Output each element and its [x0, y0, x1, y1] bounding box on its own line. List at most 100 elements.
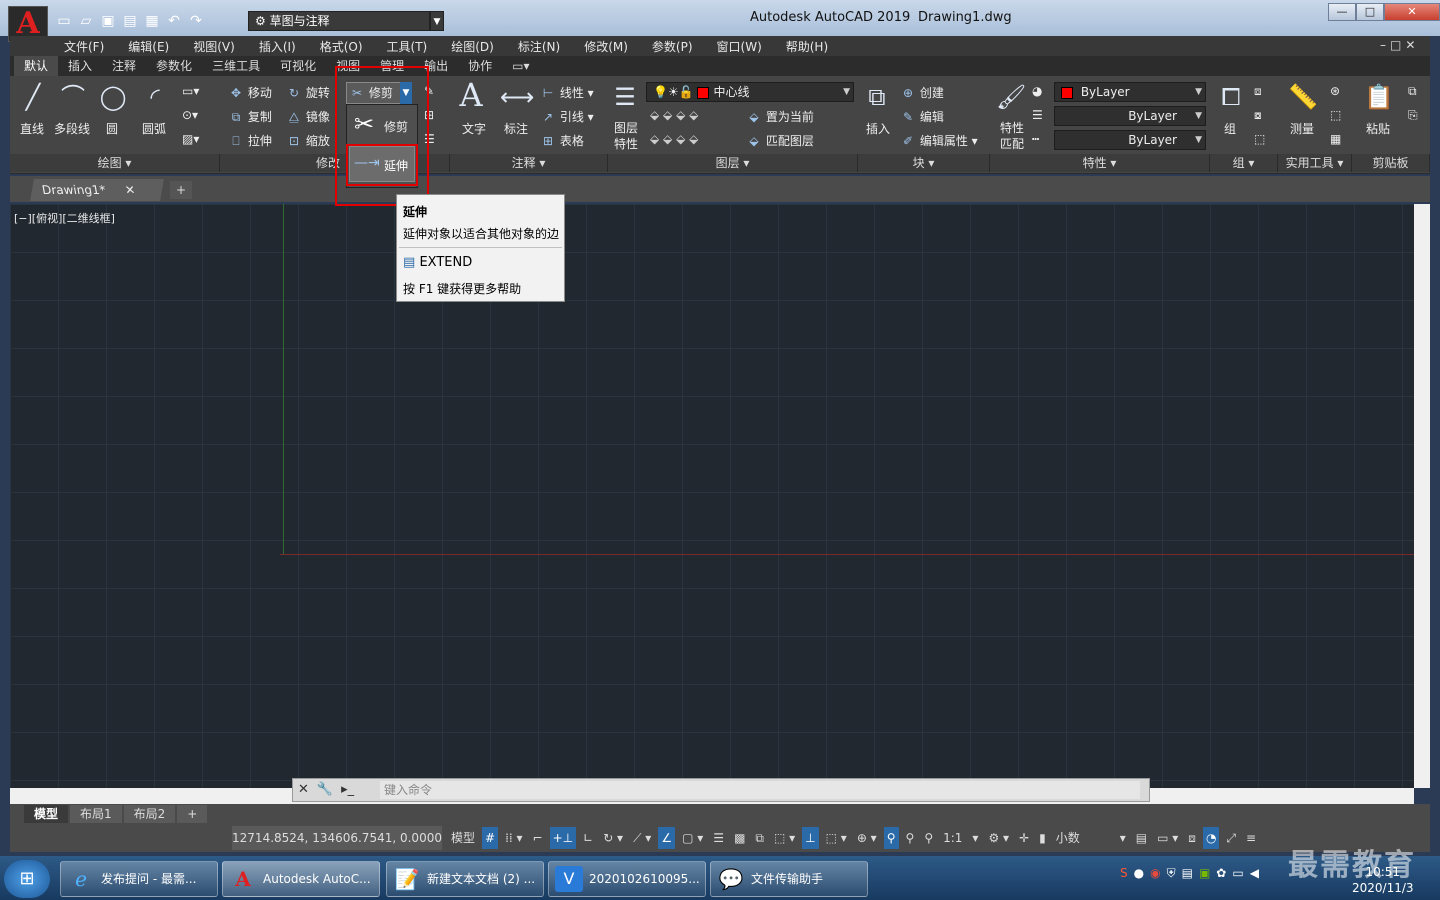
- hardware-acceleration-icon[interactable]: ◔: [1202, 827, 1220, 849]
- selection-cycling-icon[interactable]: ⧉: [752, 827, 767, 849]
- match-layer-button[interactable]: ⬙ 匹配图层: [746, 132, 813, 149]
- taskbar-item-video[interactable]: V 2020102610095...: [548, 861, 706, 897]
- set-current-button[interactable]: ⬙ 置为当前: [746, 108, 813, 125]
- grid-icon[interactable]: #: [482, 827, 499, 849]
- calculator-icon[interactable]: ▦: [1330, 132, 1341, 146]
- display-icon[interactable]: ▭: [1232, 866, 1243, 881]
- shield-icon[interactable]: ⛨: [1167, 866, 1176, 881]
- wechat-tray-icon[interactable]: ●: [1134, 866, 1144, 881]
- auto-scale-icon[interactable]: ⚲: [903, 827, 918, 849]
- group-select-icon[interactable]: ⬚: [1254, 132, 1265, 146]
- object-snap-icon[interactable]: ▢ ▾: [679, 827, 706, 849]
- menu-window[interactable]: 窗口(W): [705, 38, 774, 55]
- block-panel-footer[interactable]: 块 ▾: [858, 154, 990, 172]
- create-block-button[interactable]: ⊕ 创建: [900, 84, 944, 101]
- rotate-button[interactable]: ↻ 旋转: [286, 84, 330, 101]
- volume-icon[interactable]: ◀: [1250, 866, 1259, 881]
- gizmo-icon[interactable]: ⊕ ▾: [854, 827, 880, 849]
- taskbar-item-notepad[interactable]: 📝 新建文本文档 (2) ...: [386, 861, 544, 897]
- mirror-button[interactable]: ⧋ 镜像: [286, 108, 330, 125]
- polyline-button[interactable]: 多段线: [54, 120, 90, 137]
- close-icon[interactable]: ✕: [123, 179, 137, 201]
- boundary-icon[interactable]: ▨▾: [182, 132, 199, 146]
- start-button[interactable]: ⊞: [4, 860, 50, 898]
- menu-help[interactable]: 帮助(H): [774, 38, 840, 55]
- measure-button[interactable]: 测量: [1290, 120, 1314, 137]
- linetype-dropdown[interactable]: ByLayer ▼: [1054, 130, 1206, 150]
- add-layout-button[interactable]: +: [177, 805, 208, 823]
- copy-clip-icon[interactable]: ⧉: [1408, 84, 1417, 99]
- hatch-icon[interactable]: ⊙▾: [182, 108, 198, 122]
- command-prompt-icon[interactable]: ▸_: [341, 782, 354, 797]
- cut-clip-icon[interactable]: ⎘: [1408, 108, 1418, 123]
- layer-tools-row2[interactable]: ⬙ ⬙ ⬙ ⬙: [650, 132, 698, 146]
- tab-layout1[interactable]: 布局1: [70, 805, 122, 823]
- sogou-ime-icon[interactable]: S: [1120, 866, 1128, 881]
- menu-format[interactable]: 格式(O): [308, 38, 375, 55]
- tab-default[interactable]: 默认: [14, 56, 59, 76]
- drawing-tab[interactable]: Drawing1* ✕: [30, 179, 164, 201]
- ribbon-options-icon[interactable]: ▭▾: [502, 56, 539, 76]
- clean-screen-icon[interactable]: ⤢: [1223, 827, 1239, 849]
- tab-visualize[interactable]: 可视化: [270, 56, 326, 76]
- color-wheel-icon[interactable]: ◕: [1032, 84, 1042, 98]
- circle-icon[interactable]: ◯: [98, 82, 128, 112]
- insert-block-button[interactable]: 插入: [866, 120, 890, 137]
- measure-icon[interactable]: 📏: [1288, 82, 1318, 112]
- dimension-icon[interactable]: ⟷: [500, 82, 534, 112]
- viewport-controls[interactable]: [−][俯视][二维线框]: [14, 210, 115, 226]
- line-button[interactable]: 直线: [20, 120, 44, 137]
- minimize-button[interactable]: —: [1328, 3, 1356, 21]
- units-icon[interactable]: ▮: [1036, 827, 1049, 849]
- wrench-icon[interactable]: 🔧: [317, 782, 333, 797]
- tab-insert[interactable]: 插入: [58, 56, 102, 76]
- stretch-button[interactable]: ⎕ 拉伸: [228, 132, 271, 149]
- match-properties-button[interactable]: 特性 匹配: [1000, 120, 1024, 152]
- layer-properties-icon[interactable]: ☰: [610, 82, 640, 112]
- match-properties-icon[interactable]: 🖌: [996, 82, 1026, 112]
- menu-dimension[interactable]: 标注(N): [506, 38, 572, 55]
- taskbar-item-autocad[interactable]: A Autodesk AutoC...: [222, 861, 380, 897]
- menu-draw[interactable]: 绘图(D): [439, 38, 506, 55]
- edit-attribute-button[interactable]: ✐ 编辑属性 ▾: [900, 132, 978, 149]
- arc-button[interactable]: 圆弧: [142, 120, 166, 137]
- layers-panel-footer[interactable]: 图层 ▾: [608, 154, 858, 172]
- drawing-canvas[interactable]: [10, 204, 1414, 788]
- chevron-down-icon[interactable]: ▼: [430, 11, 444, 31]
- isolate-objects-icon[interactable]: ⧈: [1185, 827, 1199, 849]
- crosshair-icon[interactable]: ✛: [1016, 827, 1032, 849]
- menu-insert[interactable]: 插入(I): [247, 38, 308, 55]
- select-all-icon[interactable]: ⬚: [1330, 108, 1341, 122]
- undo-icon[interactable]: ↶: [166, 13, 182, 29]
- line-icon[interactable]: ╱: [18, 82, 48, 112]
- group-icon[interactable]: ⧠: [1216, 82, 1246, 112]
- tab-parametric[interactable]: 参数化: [146, 56, 202, 76]
- scale-button[interactable]: ⊡ 缩放: [286, 132, 330, 149]
- ortho-icon[interactable]: ∟: [580, 827, 596, 849]
- workspace-gear-icon[interactable]: ⚙ ▾: [985, 827, 1012, 849]
- tab-layout2[interactable]: 布局2: [123, 805, 176, 823]
- lineweight-dropdown[interactable]: ByLayer ▼: [1054, 106, 1206, 126]
- lock-ui-icon[interactable]: ▭ ▾: [1154, 827, 1181, 849]
- paste-icon[interactable]: 📋: [1364, 82, 1394, 112]
- network-icon[interactable]: ▤: [1182, 866, 1193, 881]
- isodraft-icon[interactable]: ⟋ ▾: [630, 827, 654, 849]
- 3d-osnap-icon[interactable]: ⬚ ▾: [771, 827, 798, 849]
- text-icon[interactable]: A: [456, 79, 486, 111]
- groups-panel-footer[interactable]: 组 ▾: [1210, 154, 1278, 172]
- save-as-icon[interactable]: ▤: [122, 13, 138, 29]
- chevron-down-icon[interactable]: ▾: [969, 827, 981, 849]
- tab-model[interactable]: 模型: [24, 805, 69, 823]
- redo-icon[interactable]: ↷: [188, 13, 204, 29]
- save-icon[interactable]: ▣: [100, 13, 116, 29]
- polar-icon[interactable]: ↻ ▾: [600, 827, 626, 849]
- dynamic-input-icon[interactable]: +⊥: [549, 827, 577, 849]
- lineweight-icon[interactable]: ☰: [1032, 108, 1043, 122]
- dimension-button[interactable]: 标注: [504, 120, 528, 137]
- polyline-icon[interactable]: ⌒: [58, 82, 88, 112]
- workspace-selector[interactable]: ⚙ 草图与注释: [248, 11, 430, 31]
- layer-tools-row1[interactable]: ⬙ ⬙ ⬙ ⬙: [650, 108, 698, 122]
- tab-3d-tools[interactable]: 三维工具: [202, 56, 270, 76]
- rectangle-icon[interactable]: ▭▾: [182, 84, 199, 98]
- customization-menu-icon[interactable]: ≡: [1243, 827, 1259, 849]
